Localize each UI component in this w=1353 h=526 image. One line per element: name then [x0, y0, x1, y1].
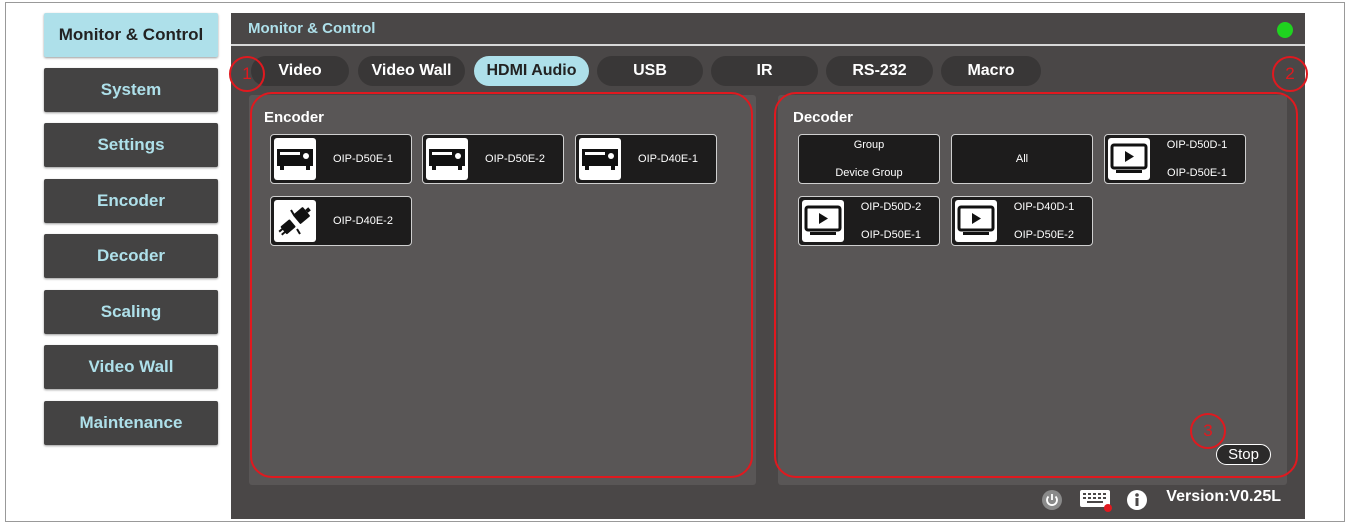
page-title: Monitor & Control — [248, 20, 376, 37]
sidebar-item-decoder[interactable]: Decoder — [44, 234, 218, 278]
tab-video-wall[interactable]: Video Wall — [358, 56, 465, 86]
sidebar-item-settings[interactable]: Settings — [44, 123, 218, 167]
tab-ir[interactable]: IR — [711, 56, 818, 86]
annotation-marker-2: 2 — [1272, 56, 1308, 92]
version-label: Version:V0.25L — [1166, 488, 1281, 505]
sidebar-item-video-wall[interactable]: Video Wall — [44, 345, 218, 389]
tab-hdmi-audio[interactable]: HDMI Audio — [474, 56, 589, 86]
keyboard-icon[interactable] — [1079, 485, 1113, 515]
tab-usb[interactable]: USB — [597, 56, 703, 86]
info-icon[interactable] — [1126, 485, 1148, 515]
title-divider — [231, 44, 1305, 46]
sidebar-item-maintenance[interactable]: Maintenance — [44, 401, 218, 445]
sidebar-item-monitor-control[interactable]: Monitor & Control — [44, 13, 218, 57]
annotation-marker-1: 1 — [229, 56, 265, 92]
annotation-encoder-outline — [250, 92, 753, 478]
tab-macro[interactable]: Macro — [941, 56, 1041, 86]
sidebar-item-system[interactable]: System — [44, 68, 218, 112]
status-indicator — [1277, 22, 1293, 38]
sidebar-item-encoder[interactable]: Encoder — [44, 179, 218, 223]
power-icon[interactable] — [1041, 485, 1063, 515]
tab-rs232[interactable]: RS-232 — [826, 56, 933, 86]
sidebar-item-scaling[interactable]: Scaling — [44, 290, 218, 334]
tab-video[interactable]: Video — [251, 56, 349, 86]
annotation-marker-3: 3 — [1190, 413, 1226, 449]
